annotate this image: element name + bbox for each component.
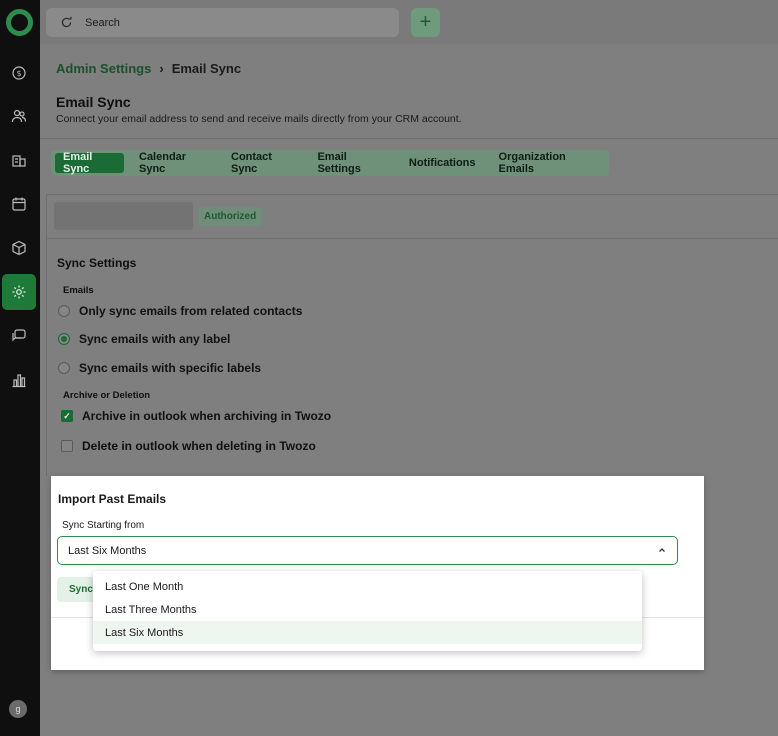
sync-settings-title: Sync Settings	[57, 256, 137, 270]
sync-starting-label: Sync Starting from	[62, 520, 145, 531]
radio-button[interactable]	[58, 362, 70, 374]
settings-tabs: Email Sync Calendar Sync Contact Sync Em…	[51, 150, 609, 176]
settings-icon[interactable]	[8, 281, 30, 303]
sync-starting-select[interactable]: Last Six Months	[57, 536, 678, 565]
chevron-up-icon	[659, 548, 665, 552]
status-badge: Authorized	[198, 207, 263, 226]
page-subtitle: Connect your email address to send and r…	[56, 113, 462, 125]
tab-organization-emails[interactable]: Organization Emails	[491, 151, 602, 175]
companies-icon[interactable]	[8, 149, 30, 171]
radio-any-label[interactable]: Sync emails with any label	[58, 332, 230, 346]
search-placeholder[interactable]: Search	[85, 17, 120, 29]
sync-button[interactable]: Sync	[57, 577, 95, 602]
products-icon[interactable]	[8, 237, 30, 259]
calendar-icon[interactable]	[8, 193, 30, 215]
sidebar: $ g	[0, 0, 40, 736]
tab-email-sync[interactable]: Email Sync	[55, 151, 124, 175]
breadcrumb-current: Email Sync	[171, 61, 242, 76]
tab-notifications[interactable]: Notifications	[401, 153, 484, 173]
option-last-three-months[interactable]: Last Three Months	[93, 598, 642, 621]
checkbox-label: Archive in outlook when archiving in Two…	[82, 409, 332, 423]
search-bar[interactable]: Search	[46, 8, 399, 37]
radio-label: Sync emails with specific labels	[79, 361, 262, 375]
reports-icon[interactable]	[8, 369, 30, 391]
archive-deletion-label: Archive or Deletion	[63, 390, 151, 401]
radio-label: Only sync emails from related contacts	[79, 304, 303, 318]
option-last-one-month[interactable]: Last One Month	[93, 575, 642, 598]
header-divider	[40, 138, 778, 139]
archive-checkbox[interactable]: ✓	[61, 410, 73, 422]
account-email-blurred	[54, 202, 193, 230]
app-logo[interactable]	[6, 9, 33, 36]
messages-icon[interactable]	[8, 325, 30, 347]
radio-button-selected[interactable]	[58, 333, 70, 345]
emails-label: Emails	[63, 285, 94, 296]
svg-text:$: $	[17, 69, 22, 78]
delete-checkbox[interactable]	[61, 440, 73, 452]
tab-contact-sync[interactable]: Contact Sync	[223, 151, 302, 175]
breadcrumb-separator: ›	[159, 61, 164, 76]
radio-related-contacts[interactable]: Only sync emails from related contacts	[58, 304, 302, 318]
option-last-six-months[interactable]: Last Six Months	[93, 621, 642, 644]
contacts-icon[interactable]	[8, 105, 30, 127]
topbar: Search +	[40, 0, 778, 44]
search-icon	[61, 16, 72, 28]
modal-title: Import Past Emails	[58, 492, 167, 506]
page-title: Email Sync	[56, 94, 131, 110]
breadcrumb: Admin Settings › Email Sync	[56, 61, 241, 76]
breadcrumb-admin-settings[interactable]: Admin Settings	[56, 61, 151, 76]
radio-label: Sync emails with any label	[79, 332, 231, 346]
deals-icon[interactable]: $	[8, 62, 30, 84]
add-button[interactable]: +	[411, 8, 440, 37]
archive-checkbox-row[interactable]: ✓ Archive in outlook when archiving in T…	[61, 409, 331, 423]
user-avatar[interactable]: g	[9, 700, 27, 718]
sync-starting-dropdown: Last One Month Last Three Months Last Si…	[93, 571, 642, 651]
tab-calendar-sync[interactable]: Calendar Sync	[131, 151, 216, 175]
card-divider	[46, 238, 778, 239]
select-value: Last Six Months	[68, 544, 147, 557]
tab-email-settings[interactable]: Email Settings	[309, 151, 393, 175]
radio-button[interactable]	[58, 305, 70, 317]
checkbox-label: Delete in outlook when deleting in Twozo	[82, 439, 316, 453]
radio-specific-labels[interactable]: Sync emails with specific labels	[58, 361, 261, 375]
delete-checkbox-row[interactable]: Delete in outlook when deleting in Twozo	[61, 439, 316, 453]
